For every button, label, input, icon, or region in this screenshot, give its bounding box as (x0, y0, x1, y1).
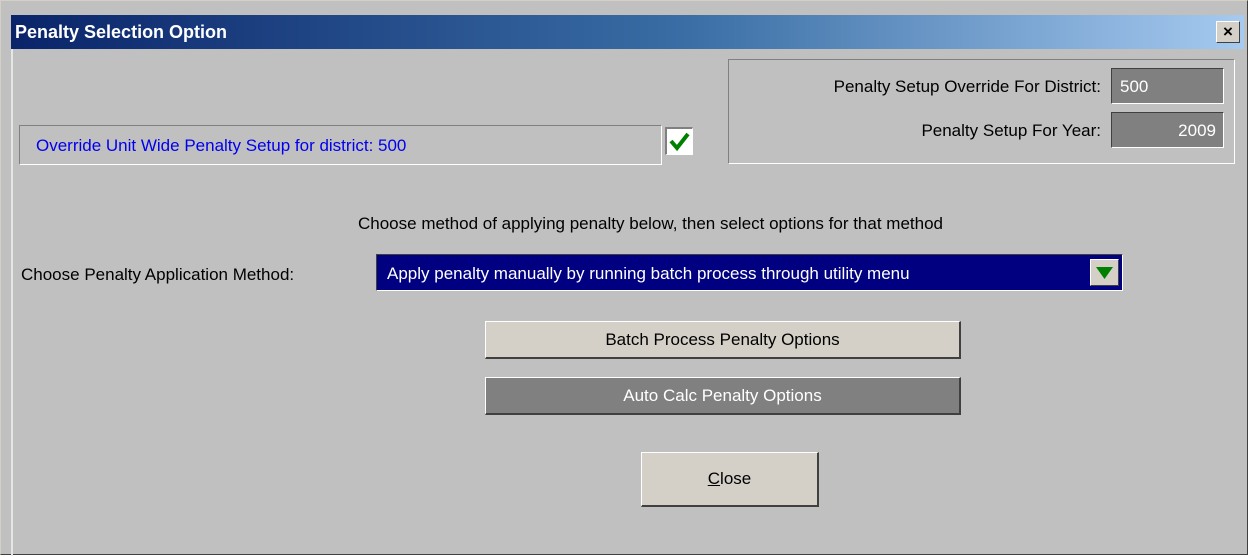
batch-button-label: Batch Process Penalty Options (605, 330, 840, 349)
year-field: 2009 (1111, 112, 1224, 148)
district-field: 500 (1111, 68, 1224, 104)
year-label: Penalty Setup For Year: (921, 121, 1101, 140)
auto-calc-button-label: Auto Calc Penalty Options (623, 386, 822, 405)
override-label: Override Unit Wide Penalty Setup for dis… (36, 136, 407, 155)
district-label: Penalty Setup Override For District: (833, 77, 1101, 96)
close-button[interactable]: Close (641, 452, 819, 507)
left-divider (11, 49, 13, 556)
override-district-checkbox-label[interactable]: Override Unit Wide Penalty Setup for dis… (19, 125, 662, 165)
window-title: Penalty Selection Option (15, 22, 228, 42)
close-icon: × (1223, 22, 1233, 41)
triangle-down-icon (1096, 267, 1113, 279)
method-instruction: Choose method of applying penalty below,… (358, 214, 943, 233)
checkmark-icon (669, 132, 690, 152)
dropdown-button[interactable] (1090, 259, 1119, 286)
method-label: Choose Penalty Application Method: (21, 265, 295, 284)
close-button-label: lose (720, 469, 752, 488)
penalty-selection-dialog: Penalty Selection Option × Penalty Setup… (0, 0, 1248, 556)
override-checkbox[interactable] (665, 127, 693, 155)
close-window-button[interactable]: × (1216, 21, 1240, 43)
penalty-method-select[interactable]: Apply penalty manually by running batch … (376, 254, 1123, 291)
district-value: 500 (1120, 77, 1149, 96)
penalty-setup-frame: Penalty Setup Override For District: 500… (728, 59, 1235, 164)
year-value: 2009 (1178, 121, 1216, 140)
close-accelerator: C (707, 469, 721, 488)
auto-calc-penalty-options-button[interactable]: Auto Calc Penalty Options (485, 377, 961, 415)
selected-method: Apply penalty manually by running batch … (387, 264, 910, 283)
title-bar: Penalty Selection Option × (11, 15, 1244, 49)
batch-process-penalty-options-button[interactable]: Batch Process Penalty Options (485, 321, 961, 359)
